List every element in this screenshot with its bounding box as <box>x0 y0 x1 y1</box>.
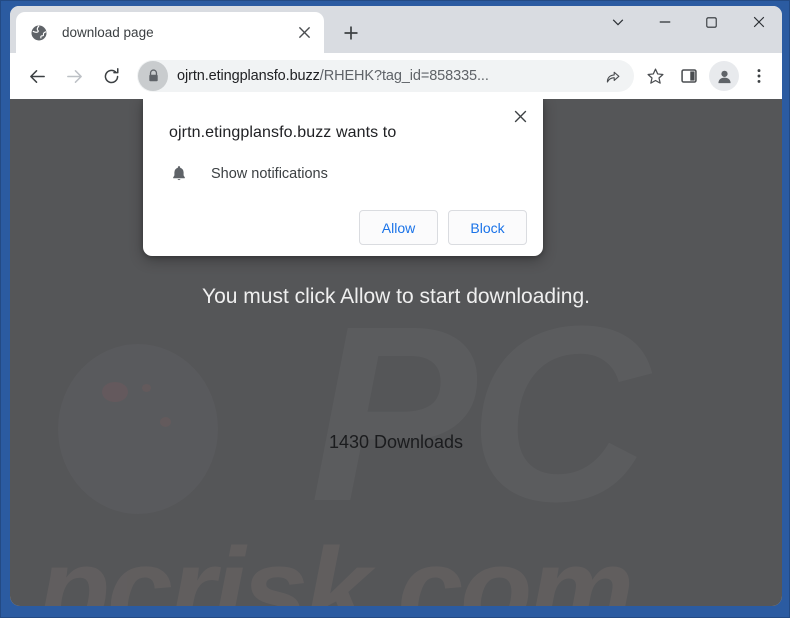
permission-row: Show notifications <box>169 164 527 184</box>
block-button[interactable]: Block <box>448 210 527 245</box>
maximize-icon <box>706 16 717 28</box>
arrow-right-icon <box>66 69 82 83</box>
page-viewport: PC pcrisk.com You must click Allow to st… <box>10 99 782 606</box>
decorative-dot <box>142 384 151 392</box>
avatar-icon <box>717 70 731 83</box>
tab-download-page[interactable]: download page <box>16 12 324 53</box>
permission-label: Show notifications <box>211 166 328 182</box>
three-dot-menu-icon <box>757 69 761 83</box>
globe-icon <box>31 25 47 40</box>
forward-button[interactable] <box>57 59 91 93</box>
minimize-button[interactable] <box>641 6 688 38</box>
new-tab-button[interactable] <box>336 18 366 48</box>
watermark-logo: PC <box>310 289 641 539</box>
allow-button[interactable]: Allow <box>359 210 438 245</box>
browser-menu-button[interactable] <box>742 59 776 93</box>
back-button[interactable] <box>20 59 54 93</box>
browser-toolbar: ojrtn.etingplansfo.buzz/RHEHK?tag_id=858… <box>10 53 782 99</box>
notification-permission-dialog: ojrtn.etingplansfo.buzz wants to Show no… <box>143 99 543 256</box>
watermark-domain: pcrisk.com <box>38 524 634 606</box>
arrow-left-icon <box>29 69 45 83</box>
dialog-title: ojrtn.etingplansfo.buzz wants to <box>169 124 397 141</box>
dialog-close-button[interactable] <box>506 102 534 130</box>
url-text: ojrtn.etingplansfo.buzz/RHEHK?tag_id=858… <box>177 68 598 84</box>
browser-window: download page ojrtn.etingplansfo.buzz/RH… <box>10 6 782 606</box>
tab-title: download page <box>62 25 154 40</box>
tab-search-button[interactable] <box>594 6 641 38</box>
address-bar[interactable]: ojrtn.etingplansfo.buzz/RHEHK?tag_id=858… <box>137 60 634 92</box>
minimize-icon <box>659 21 670 23</box>
tab-strip: download page <box>10 6 782 53</box>
window-close-button[interactable] <box>735 6 782 38</box>
side-panel-icon <box>681 69 697 83</box>
bell-icon <box>173 166 185 181</box>
close-icon <box>514 110 526 122</box>
download-counter: 1430 Downloads <box>328 432 464 452</box>
url-path: /RHEHK?tag_id=858335... <box>319 68 489 84</box>
site-info-button[interactable] <box>138 61 168 91</box>
close-icon <box>753 16 764 28</box>
desktop-window-frame: download page ojrtn.etingplansfo.buzz/RH… <box>0 0 790 618</box>
decorative-circle <box>58 344 218 514</box>
decorative-dot <box>160 417 171 427</box>
chevron-down-icon <box>612 19 623 26</box>
decorative-dot <box>102 382 128 402</box>
share-icon <box>606 71 619 83</box>
profile-button[interactable] <box>709 61 739 91</box>
page-headline: You must click Allow to start downloadin… <box>202 285 590 308</box>
maximize-button[interactable] <box>688 6 735 38</box>
reload-button[interactable] <box>94 59 128 93</box>
side-panel-button[interactable] <box>672 59 706 93</box>
url-host: ojrtn.etingplansfo.buzz <box>177 68 320 84</box>
window-controls <box>594 6 782 53</box>
share-button[interactable] <box>598 62 626 90</box>
dialog-actions: Allow Block <box>169 210 527 245</box>
lock-icon <box>148 69 158 82</box>
close-icon <box>298 26 310 39</box>
tab-close-button[interactable] <box>293 22 315 44</box>
plus-icon <box>344 26 358 40</box>
bookmark-button[interactable] <box>638 59 672 93</box>
reload-icon <box>104 67 119 83</box>
star-icon <box>646 67 664 84</box>
